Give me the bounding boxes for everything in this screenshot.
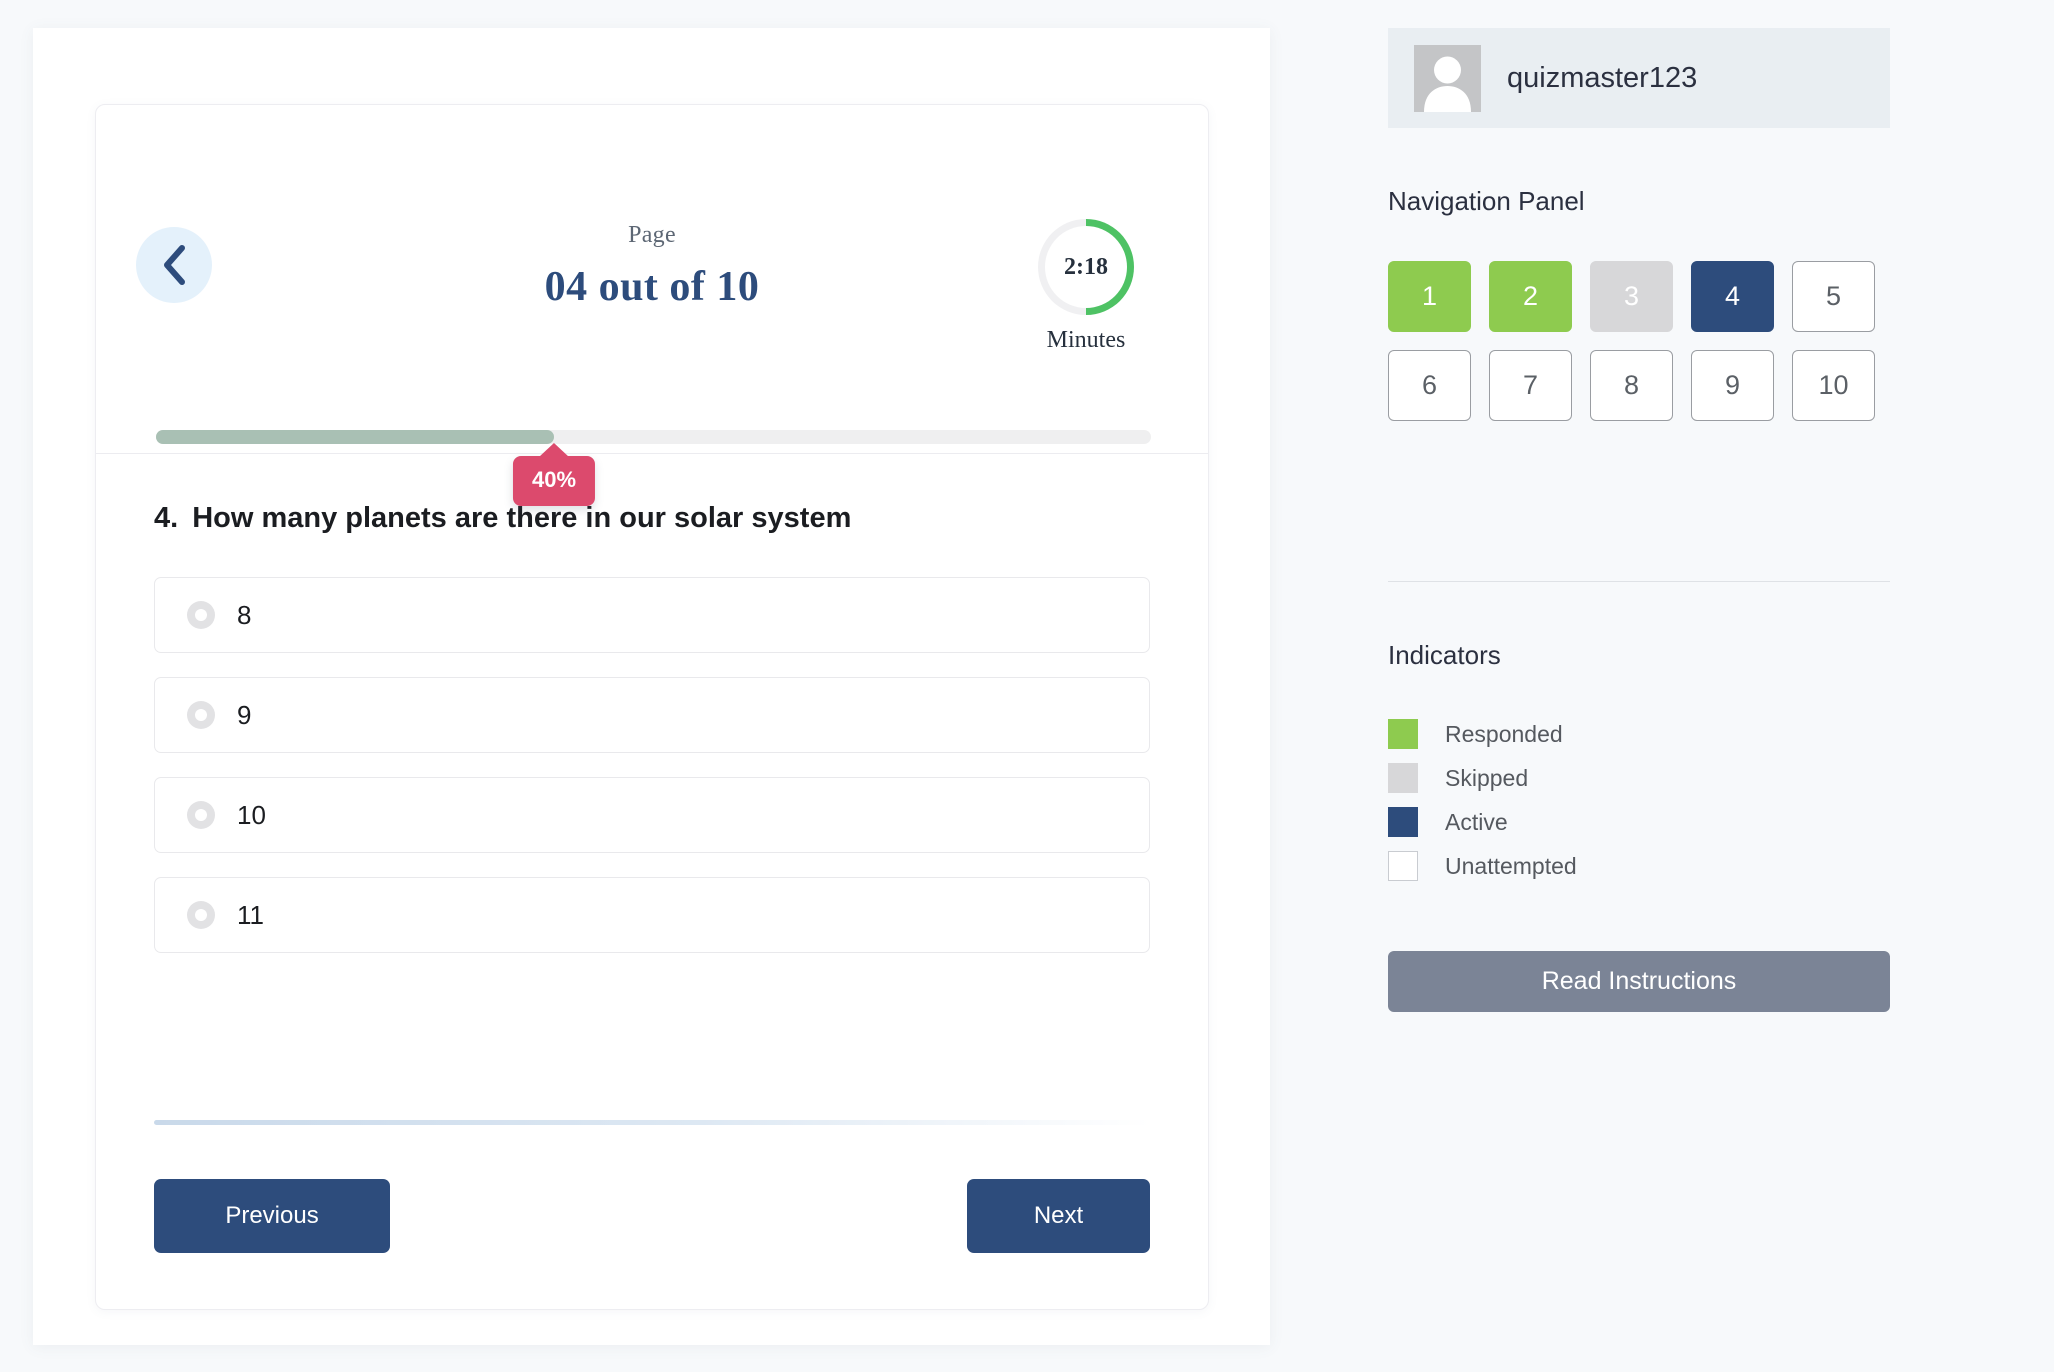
legend-row-unattempted: Unattempted: [1388, 851, 1890, 881]
nav-cell-2[interactable]: 2: [1489, 261, 1572, 332]
indicators-title: Indicators: [1388, 640, 1501, 670]
legend-label-active: Active: [1445, 808, 1508, 835]
legend-swatch-skipped: [1388, 763, 1418, 793]
question-number: 4.: [154, 502, 179, 534]
sidebar-divider: [1388, 581, 1890, 582]
timer: 2:18 Minutes: [1034, 219, 1138, 354]
legend-row-responded: Responded: [1388, 719, 1890, 749]
user-avatar-icon: [1414, 44, 1481, 112]
nav-cell-10[interactable]: 10: [1792, 350, 1875, 421]
radio-icon[interactable]: [187, 701, 215, 729]
quiz-panel: Page 04 out of 10 2:18 Minutes 40% 4. Ho…: [33, 28, 1270, 1345]
legend-swatch-responded: [1388, 719, 1418, 749]
option-row[interactable]: 8: [154, 577, 1150, 653]
timer-unit-label: Minutes: [1046, 327, 1126, 353]
nav-cell-8[interactable]: 8: [1590, 350, 1673, 421]
nav-cell-1[interactable]: 1: [1388, 261, 1471, 332]
radio-icon[interactable]: [187, 801, 215, 829]
radio-icon[interactable]: [187, 901, 215, 929]
timer-ring: 2:18: [1038, 219, 1134, 315]
progress-section: 40%: [156, 430, 1151, 506]
read-instructions-button[interactable]: Read Instructions: [1388, 951, 1890, 1012]
legend-swatch-active: [1388, 807, 1418, 837]
legend-row-skipped: Skipped: [1388, 763, 1890, 793]
option-row[interactable]: 11: [154, 877, 1150, 953]
nav-cell-6[interactable]: 6: [1388, 350, 1471, 421]
option-label: 11: [237, 899, 264, 930]
next-button[interactable]: Next: [967, 1179, 1150, 1253]
indicator-legend: Responded Skipped Active Unattempted: [1388, 719, 1890, 881]
option-label: 9: [237, 699, 252, 730]
nav-cell-4[interactable]: 4: [1691, 261, 1774, 332]
nav-cell-3[interactable]: 3: [1590, 261, 1673, 332]
option-label: 10: [237, 799, 266, 830]
timer-value: 2:18: [1064, 253, 1108, 280]
chevron-left-icon: [161, 244, 187, 286]
footer-divider: [154, 1120, 1150, 1125]
quiz-page: Page 04 out of 10 2:18 Minutes 40% 4. Ho…: [0, 0, 2054, 1372]
footer-actions: Previous Next: [154, 1179, 1150, 1253]
user-name: quizmaster123: [1507, 61, 1698, 94]
legend-label-responded: Responded: [1445, 720, 1563, 747]
navigation-panel-title: Navigation Panel: [1388, 186, 1585, 216]
radio-icon[interactable]: [187, 601, 215, 629]
option-row[interactable]: 9: [154, 677, 1150, 753]
quiz-card-header: Page 04 out of 10 2:18 Minutes 40%: [96, 105, 1208, 506]
legend-label-skipped: Skipped: [1445, 764, 1529, 791]
user-box: quizmaster123: [1388, 28, 1890, 128]
legend-swatch-unattempted: [1388, 851, 1418, 881]
option-list: 8 9 10 11: [154, 577, 1150, 953]
previous-button[interactable]: Previous: [154, 1179, 390, 1253]
question-nav-grid: 1 2 3 4 5 6 7 8 9 10: [1388, 261, 1890, 421]
quiz-card: Page 04 out of 10 2:18 Minutes 40% 4. Ho…: [95, 104, 1209, 1310]
nav-cell-7[interactable]: 7: [1489, 350, 1572, 421]
question-heading: 4. How many planets are there in our sol…: [154, 502, 1150, 535]
question-text: How many planets are there in our solar …: [192, 502, 852, 534]
progress-fill: [156, 430, 554, 444]
nav-cell-9[interactable]: 9: [1691, 350, 1774, 421]
sidebar: quizmaster123 Navigation Panel 1 2 3 4 5…: [1388, 28, 1890, 1012]
option-label: 8: [237, 599, 252, 630]
option-row[interactable]: 10: [154, 777, 1150, 853]
progress-badge: 40%: [512, 456, 596, 506]
quiz-card-footer: Previous Next: [154, 1120, 1150, 1253]
legend-row-active: Active: [1388, 807, 1890, 837]
back-button[interactable]: [136, 227, 212, 303]
progress-track: [156, 430, 1151, 444]
quiz-card-body: 4. How many planets are there in our sol…: [96, 454, 1208, 953]
legend-label-unattempted: Unattempted: [1445, 852, 1577, 879]
nav-cell-5[interactable]: 5: [1792, 261, 1875, 332]
